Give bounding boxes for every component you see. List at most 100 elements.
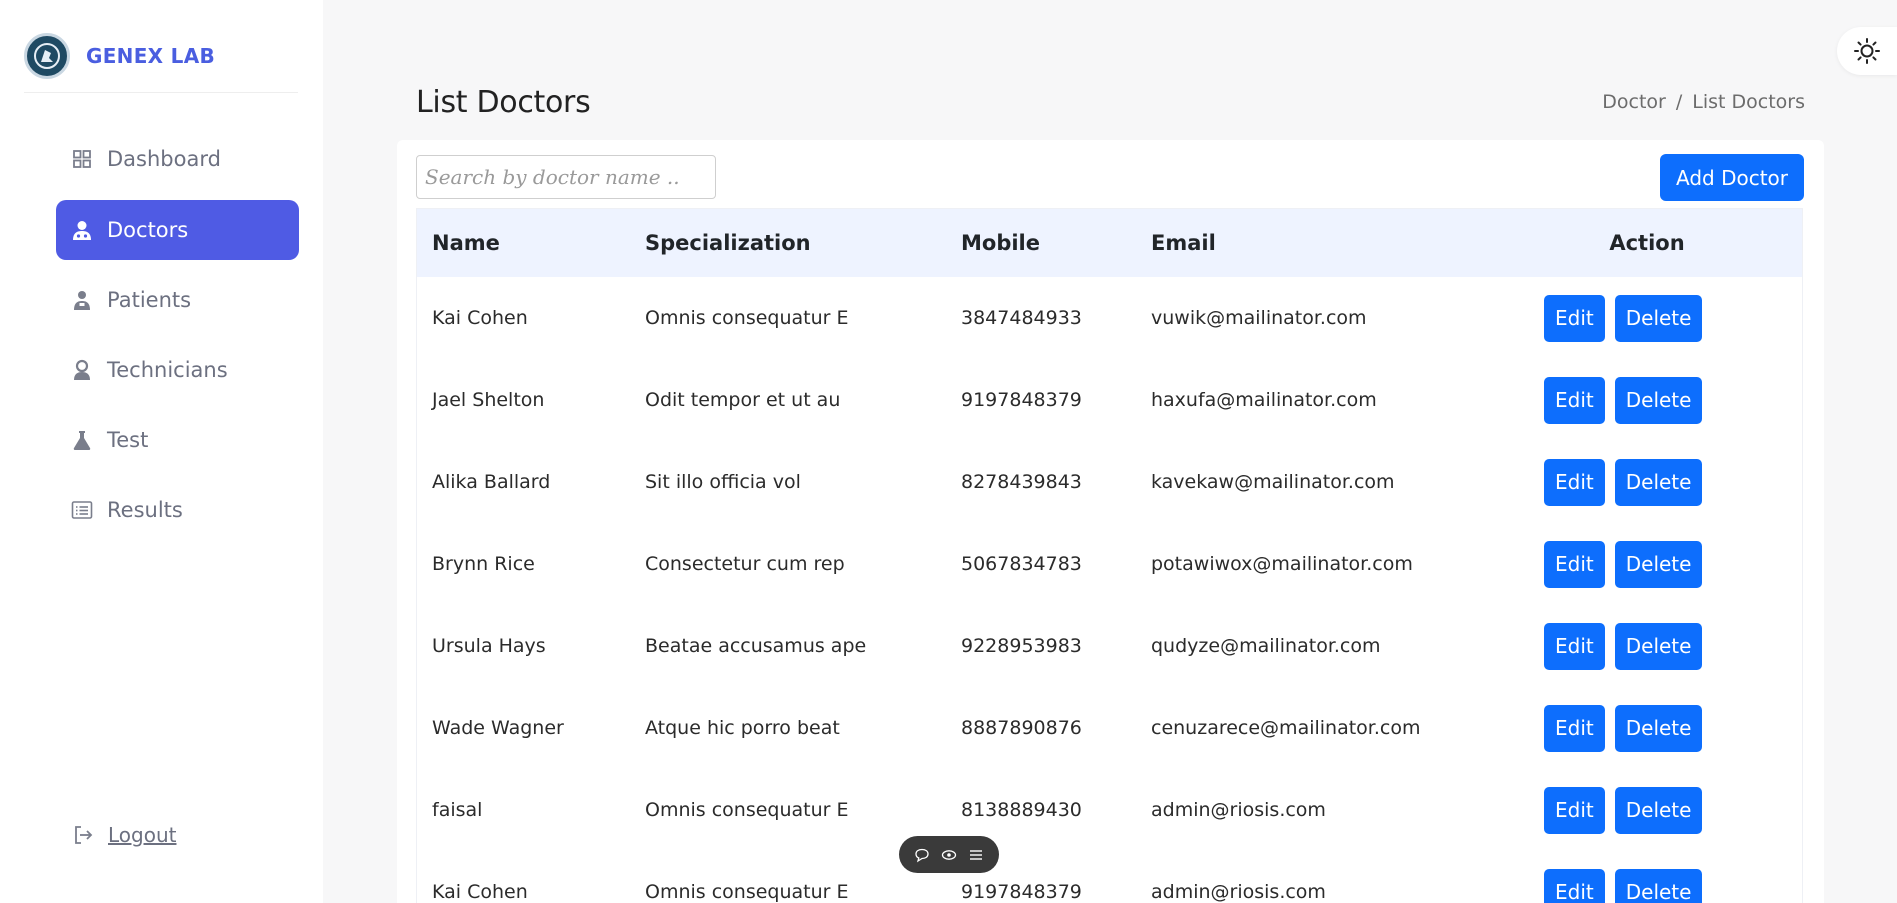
brand-divider bbox=[24, 92, 298, 93]
cell-name: Alika Ballard bbox=[432, 471, 551, 493]
cell-specialization: Sit illo officia vol bbox=[645, 471, 801, 493]
cell-email: vuwik@mailinator.com bbox=[1151, 307, 1367, 329]
table-row: Ursula Hays Beatae accusamus ape 9228953… bbox=[417, 605, 1802, 687]
column-header-action: Action bbox=[1609, 231, 1685, 255]
cell-specialization: Beatae accusamus ape bbox=[645, 635, 867, 657]
cell-mobile: 9228953983 bbox=[961, 635, 1082, 657]
sidebar-item-label: Doctors bbox=[107, 218, 189, 242]
cell-name: Kai Cohen bbox=[432, 881, 528, 903]
sidebar-item-label: Technicians bbox=[107, 358, 228, 382]
edit-button[interactable]: Edit bbox=[1544, 458, 1605, 506]
sidebar-item-patients[interactable]: Patients bbox=[56, 270, 299, 330]
cell-mobile: 8138889430 bbox=[961, 799, 1082, 821]
logout-icon bbox=[72, 824, 94, 846]
edit-button[interactable]: Edit bbox=[1544, 622, 1605, 670]
row-actions: Edit Delete bbox=[1544, 704, 1703, 752]
table-row: Wade Wagner Atque hic porro beat 8887890… bbox=[417, 687, 1802, 769]
delete-button[interactable]: Delete bbox=[1614, 622, 1703, 670]
delete-button[interactable]: Delete bbox=[1614, 868, 1703, 903]
list-icon bbox=[71, 499, 93, 521]
sidebar-item-doctors[interactable]: Doctors bbox=[56, 200, 299, 260]
cell-name: Ursula Hays bbox=[432, 635, 546, 657]
table-row: Kai Cohen Omnis consequatur E 9197848379… bbox=[417, 851, 1802, 903]
cell-email: haxufa@mailinator.com bbox=[1151, 389, 1377, 411]
sidebar-item-technicians[interactable]: Technicians bbox=[56, 340, 299, 400]
cell-name: Wade Wagner bbox=[432, 717, 564, 739]
cell-specialization: Omnis consequatur E bbox=[645, 881, 849, 903]
row-actions: Edit Delete bbox=[1544, 458, 1703, 506]
sidebar-item-label: Patients bbox=[107, 288, 192, 312]
delete-button[interactable]: Delete bbox=[1614, 294, 1703, 342]
edit-button[interactable]: Edit bbox=[1544, 704, 1605, 752]
cell-email: cenuzarece@mailinator.com bbox=[1151, 717, 1421, 739]
cell-email: admin@riosis.com bbox=[1151, 881, 1326, 903]
sidebar-item-label: Test bbox=[107, 428, 149, 452]
flask-icon bbox=[71, 429, 93, 451]
row-actions: Edit Delete bbox=[1544, 540, 1703, 588]
delete-button[interactable]: Delete bbox=[1614, 786, 1703, 834]
edit-button[interactable]: Edit bbox=[1544, 868, 1605, 903]
brand[interactable]: GENEX LAB bbox=[24, 33, 215, 79]
add-doctor-button[interactable]: Add Doctor bbox=[1659, 154, 1804, 201]
edit-button[interactable]: Edit bbox=[1544, 540, 1605, 588]
column-header-email: Email bbox=[1151, 231, 1216, 255]
table-header: Name Specialization Mobile Email Action bbox=[417, 209, 1802, 277]
cell-specialization: Omnis consequatur E bbox=[645, 307, 849, 329]
breadcrumb-separator: / bbox=[1675, 91, 1683, 113]
menu-icon[interactable] bbox=[968, 847, 984, 863]
delete-button[interactable]: Delete bbox=[1614, 458, 1703, 506]
doctor-icon bbox=[71, 219, 93, 241]
cell-email: admin@riosis.com bbox=[1151, 799, 1326, 821]
delete-button[interactable]: Delete bbox=[1614, 376, 1703, 424]
cell-name: Kai Cohen bbox=[432, 307, 528, 329]
sidebar-item-dashboard[interactable]: Dashboard bbox=[56, 128, 299, 190]
table-row: faisal Omnis consequatur E 8138889430 ad… bbox=[417, 769, 1802, 851]
patient-icon bbox=[71, 289, 93, 311]
edit-button[interactable]: Edit bbox=[1544, 376, 1605, 424]
eye-icon[interactable] bbox=[941, 847, 957, 863]
sun-icon bbox=[1854, 38, 1880, 64]
column-header-specialization: Specialization bbox=[645, 231, 811, 255]
theme-toggle-button[interactable] bbox=[1837, 27, 1897, 75]
sidebar-item-label: Dashboard bbox=[107, 147, 221, 171]
comment-icon[interactable] bbox=[914, 847, 930, 863]
breadcrumb-parent[interactable]: Doctor bbox=[1602, 91, 1666, 113]
cell-email: qudyze@mailinator.com bbox=[1151, 635, 1381, 657]
delete-button[interactable]: Delete bbox=[1614, 704, 1703, 752]
cell-mobile: 8278439843 bbox=[961, 471, 1082, 493]
sidebar-nav: Dashboard Doctors Patients Technicians T… bbox=[56, 128, 299, 550]
cell-name: faisal bbox=[432, 799, 483, 821]
edit-button[interactable]: Edit bbox=[1544, 294, 1605, 342]
search-input[interactable] bbox=[416, 155, 716, 199]
page-title: List Doctors bbox=[416, 85, 591, 120]
logout-link[interactable]: Logout bbox=[72, 823, 176, 847]
sidebar-item-test[interactable]: Test bbox=[56, 410, 299, 470]
cell-mobile: 5067834783 bbox=[961, 553, 1082, 575]
row-actions: Edit Delete bbox=[1544, 868, 1703, 903]
cell-email: kavekaw@mailinator.com bbox=[1151, 471, 1395, 493]
breadcrumb-current: List Doctors bbox=[1692, 91, 1805, 113]
cell-specialization: Odit tempor et ut au bbox=[645, 389, 841, 411]
edit-button[interactable]: Edit bbox=[1544, 786, 1605, 834]
doctors-card: Add Doctor Name Specialization Mobile Em… bbox=[397, 140, 1824, 903]
sidebar: GENEX LAB Dashboard Doctors Patients Tec… bbox=[0, 0, 323, 903]
doctors-table: Name Specialization Mobile Email Action … bbox=[416, 208, 1803, 903]
cell-name: Brynn Rice bbox=[432, 553, 535, 575]
grid-icon bbox=[71, 148, 93, 170]
row-actions: Edit Delete bbox=[1544, 376, 1703, 424]
row-actions: Edit Delete bbox=[1544, 294, 1703, 342]
technician-icon bbox=[71, 359, 93, 381]
row-actions: Edit Delete bbox=[1544, 786, 1703, 834]
cell-specialization: Atque hic porro beat bbox=[645, 717, 840, 739]
table-row: Kai Cohen Omnis consequatur E 3847484933… bbox=[417, 277, 1802, 359]
sidebar-item-label: Results bbox=[107, 498, 183, 522]
cell-email: potawiwox@mailinator.com bbox=[1151, 553, 1413, 575]
brand-name: GENEX LAB bbox=[86, 44, 216, 68]
logout-label: Logout bbox=[108, 823, 177, 847]
column-header-name: Name bbox=[432, 231, 500, 255]
cell-mobile: 9197848379 bbox=[961, 881, 1082, 903]
delete-button[interactable]: Delete bbox=[1614, 540, 1703, 588]
cell-specialization: Consectetur cum rep bbox=[645, 553, 845, 575]
table-row: Alika Ballard Sit illo officia vol 82784… bbox=[417, 441, 1802, 523]
sidebar-item-results[interactable]: Results bbox=[56, 480, 299, 540]
